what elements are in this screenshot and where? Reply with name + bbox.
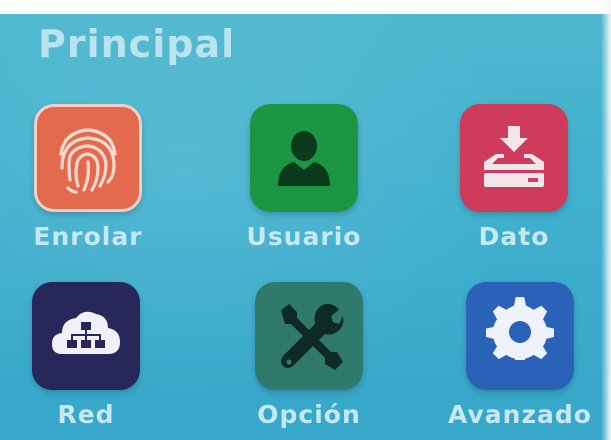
red-label: Red <box>57 400 115 429</box>
dato-button[interactable] <box>460 104 568 212</box>
enrolar-button[interactable] <box>34 104 142 212</box>
cloud-network-icon <box>52 311 120 354</box>
menu-item-usuario[interactable]: Usuario <box>209 104 399 264</box>
page-title: Principal <box>38 22 236 66</box>
data-tray-icon <box>484 126 544 187</box>
fingerprint-icon <box>59 128 117 194</box>
dato-label: Dato <box>478 222 550 251</box>
usuario-label: Usuario <box>246 222 362 251</box>
menu-item-enrolar[interactable]: Enrolar <box>0 104 183 264</box>
avanzado-button[interactable] <box>466 282 574 390</box>
menu-item-opcion[interactable]: Opción <box>214 282 404 440</box>
gear-icon <box>486 297 554 360</box>
menu-item-dato[interactable]: Dato <box>419 104 609 264</box>
main-menu-screen: Principal Enrolar Usuario Dato Red Opció… <box>0 0 611 440</box>
user-icon <box>278 131 330 186</box>
avanzado-label: Avanzado <box>448 400 592 429</box>
opcion-label: Opción <box>257 400 361 429</box>
usuario-button[interactable] <box>250 104 358 212</box>
opcion-button[interactable] <box>255 282 363 390</box>
menu-item-red[interactable]: Red <box>0 282 181 440</box>
tools-icon <box>281 304 344 370</box>
enrolar-label: Enrolar <box>33 222 143 251</box>
menu-item-avanzado[interactable]: Avanzado <box>425 282 611 440</box>
red-button[interactable] <box>32 282 140 390</box>
